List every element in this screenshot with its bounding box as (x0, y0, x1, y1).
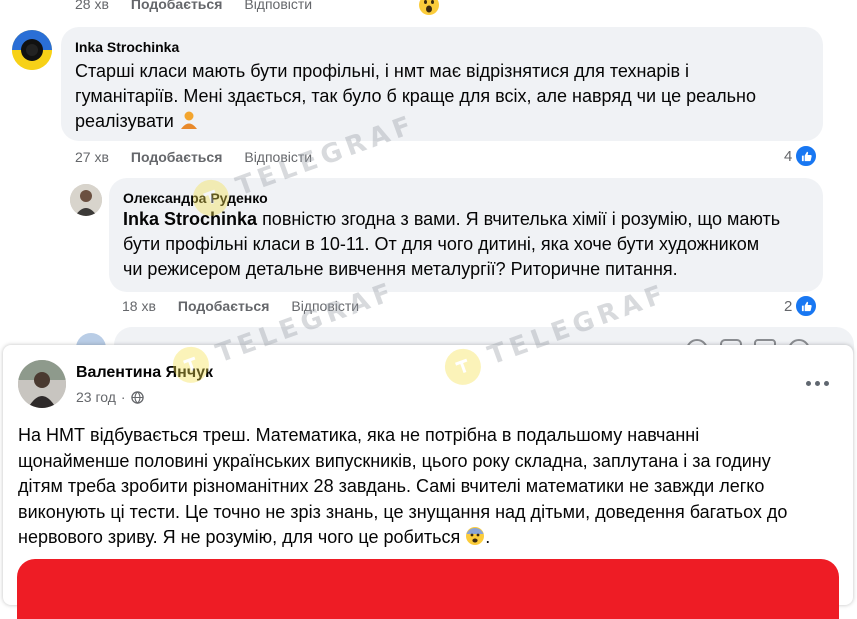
comment-time: 18 хв (122, 298, 156, 314)
post-text: На НМТ відбувається треш. Математика, як… (18, 423, 787, 554)
avatar-oleksandra[interactable] (70, 184, 102, 216)
post-end-punct: . (485, 527, 491, 547)
post-line: нервового зриву. Я не розумію, для чого … (18, 527, 461, 547)
post-line: На НМТ відбувається треш. Математика, як… (18, 425, 700, 445)
top-comment-meta: 28 хв Подобається Відповісти (75, 0, 312, 12)
like-count-oleksandra[interactable]: 2 (784, 295, 818, 317)
comment-line: реалізувати (75, 111, 174, 131)
reply-action[interactable]: Відповісти (291, 298, 359, 314)
post-meta: 23 год · (76, 389, 144, 405)
thumbs-up-icon (795, 145, 818, 167)
comment-text: Старші класи мають бути профільні, і нмт… (75, 59, 756, 137)
post-line-wrap: нервового зриву. Я не розумію, для чого … (18, 525, 787, 554)
like-count-inka[interactable]: 4 (784, 145, 818, 167)
comment-meta-inka: 27 хв Подобається Відповісти (75, 149, 312, 165)
wow-reaction-icon (418, 0, 440, 21)
like-number: 4 (784, 147, 793, 165)
like-action[interactable]: Подобається (131, 0, 222, 12)
post-author-name[interactable]: Валентина Янчук (76, 364, 213, 382)
comment-line: чи режисером детальне вивчення металургі… (123, 259, 678, 279)
person-shrug-icon (179, 110, 199, 137)
like-action[interactable]: Подобається (131, 149, 222, 165)
like-action[interactable]: Подобається (178, 298, 269, 314)
post-time[interactable]: 23 год (76, 389, 116, 405)
comment-line-wrap: реалізувати (75, 109, 756, 137)
post-author-avatar[interactable] (18, 360, 66, 408)
comment-author[interactable]: Inka Strochinka (75, 39, 179, 55)
comment-line-wrap: Inka Strochinka повністю згодна з вами. … (123, 207, 780, 232)
like-number: 2 (784, 297, 793, 315)
post-line: виконують ці тести. Це точно не зріз зна… (18, 501, 788, 522)
comment-time: 28 хв (75, 0, 109, 12)
fearful-face-icon (465, 526, 485, 554)
comment-author[interactable]: Олександра Руденко (123, 190, 268, 206)
comment-text: Inka Strochinka повністю згодна з вами. … (123, 207, 780, 282)
post-card: Валентина Янчук 23 год · На НМТ відбуває… (3, 345, 853, 619)
avatar-inka[interactable] (12, 30, 52, 70)
more-dots-icon[interactable] (806, 381, 829, 386)
comment-line: Старші класи мають бути профільні, і нмт… (75, 61, 690, 81)
meta-separator: · (120, 389, 126, 405)
comment-line: гуманітаріїв. Мені здається, так було б … (75, 86, 757, 106)
comment-meta-oleksandra: 18 хв Подобається Відповісти (122, 298, 359, 314)
comment-bubble-oleksandra: Олександра Руденко Inka Strochinka повні… (109, 178, 823, 292)
comment-time: 27 хв (75, 149, 109, 165)
post-line: щонайменше половині українських випускни… (18, 450, 771, 471)
reply-action[interactable]: Відповісти (244, 0, 312, 12)
thumbs-up-icon (795, 295, 818, 317)
post-line: дітям треба зробити різноманітних 28 зав… (18, 476, 765, 496)
comment-line: бути профільні класи в 10-11. От для чог… (123, 234, 760, 254)
comment-line: повністю згодна з вами. Я вчителька хімі… (262, 209, 781, 229)
globe-icon (130, 390, 144, 404)
comment-bubble-inka: Inka Strochinka Старші класи мають бути … (61, 27, 823, 141)
mention-link[interactable]: Inka Strochinka (123, 209, 257, 229)
reply-action[interactable]: Відповісти (244, 149, 312, 165)
post-image-red-banner[interactable] (17, 559, 839, 619)
